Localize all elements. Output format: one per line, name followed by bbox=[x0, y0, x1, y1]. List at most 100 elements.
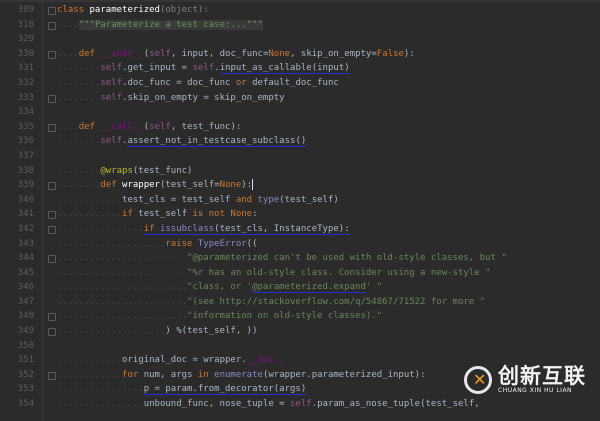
code-text: ............if test_self is not None: bbox=[57, 207, 258, 222]
fold-marker-icon[interactable] bbox=[48, 255, 56, 264]
code-text: ........self.doc_func = doc_func or defa… bbox=[57, 76, 339, 91]
code-editor[interactable]: 309 class parameterized(object): 310 ....""… bbox=[0, 3, 600, 412]
code-token: (wrapper.parameterized_input): bbox=[262, 369, 426, 380]
fold-marker-icon[interactable] bbox=[48, 328, 56, 337]
code-line[interactable]: 336 ........self.assert_not_in_testcase_s… bbox=[0, 134, 600, 149]
line-number: 333 bbox=[17, 92, 34, 103]
logo-icon bbox=[464, 365, 492, 394]
code-line[interactable]: 310 ...."""Parameterize a test case:...""… bbox=[0, 18, 600, 33]
code-token: @wraps bbox=[100, 165, 133, 176]
code-token: is not None bbox=[192, 209, 253, 220]
underlined-code-token: p = param.from_decorator(args) bbox=[143, 384, 307, 396]
whitespace-indent: ........ bbox=[57, 136, 101, 147]
line-number: 347 bbox=[17, 296, 34, 307]
code-token: for bbox=[122, 369, 144, 380]
code-line[interactable]: 354 ................unbound_func, nose_tu… bbox=[0, 397, 600, 412]
code-line[interactable]: 335 ....def __call__(self, test_func): bbox=[0, 120, 600, 135]
whitespace-indent: ................ bbox=[57, 223, 144, 234]
code-token: self bbox=[149, 121, 171, 132]
code-line[interactable]: 347 ........................"(see http://… bbox=[0, 295, 600, 310]
code-line[interactable]: 331 ........self.get_input = self.input_a… bbox=[0, 61, 600, 76]
code-token: and bbox=[235, 194, 258, 205]
code-line[interactable]: 348 ........................"information … bbox=[0, 309, 600, 324]
line-number: 337 bbox=[17, 150, 34, 161]
whitespace-indent: ........................ bbox=[57, 282, 188, 293]
code-token: self bbox=[290, 399, 312, 410]
line-number: 346 bbox=[17, 282, 34, 293]
whitespace-indent: .... bbox=[57, 48, 79, 59]
code-line[interactable]: 337 bbox=[0, 149, 600, 164]
code-token: None bbox=[268, 48, 291, 59]
fold-marker-icon[interactable] bbox=[48, 182, 56, 191]
code-token: . bbox=[214, 63, 220, 74]
code-line[interactable]: 346 ........................"class, or '@… bbox=[0, 280, 600, 295]
line-number: 310 bbox=[17, 19, 34, 30]
code-line[interactable]: 309 class parameterized(object): bbox=[0, 3, 600, 18]
whitespace-indent: .... bbox=[57, 19, 79, 30]
code-text: ...."""Parameterize a test case:...""" bbox=[57, 18, 263, 33]
line-number: 331 bbox=[17, 63, 34, 74]
whitespace-indent: .................... bbox=[57, 238, 166, 249]
line-number: 352 bbox=[17, 369, 34, 380]
code-text: ............test_cls = test_self and typ… bbox=[57, 193, 339, 208]
code-token: TypeError bbox=[197, 238, 247, 249]
code-token: ): bbox=[403, 48, 415, 59]
code-line[interactable]: 342 ................if issubclass(test_cl… bbox=[0, 222, 600, 237]
whitespace-indent: ........................ bbox=[57, 311, 188, 322]
code-line[interactable]: 349....................) %(test_self, )) bbox=[0, 324, 600, 339]
line-number: 351 bbox=[17, 355, 34, 366]
whitespace-indent: ........ bbox=[57, 92, 101, 103]
fold-marker-icon[interactable] bbox=[48, 21, 56, 30]
code-token: : bbox=[252, 209, 258, 220]
code-line[interactable]: 330 ....def __init__(self, input, doc_fun… bbox=[0, 47, 600, 62]
line-number: 332 bbox=[17, 77, 34, 88]
code-line[interactable]: 332 ........self.doc_func = doc_func or d… bbox=[0, 76, 600, 91]
fold-marker-icon[interactable] bbox=[48, 50, 56, 59]
code-token: wrapper bbox=[122, 180, 160, 191]
fold-marker-icon[interactable] bbox=[48, 123, 56, 132]
code-token: (test_self= bbox=[159, 180, 220, 191]
code-line[interactable]: 338 ........@wraps(test_func) bbox=[0, 164, 600, 179]
code-token: (test_func) bbox=[132, 165, 193, 176]
code-line[interactable]: 344 ........................"@parameteriz… bbox=[0, 251, 600, 266]
line-number: 344 bbox=[17, 253, 34, 264]
code-line[interactable]: 333 ........self.skip_on_empty = skip_on_… bbox=[0, 91, 600, 106]
code-token: self bbox=[192, 63, 215, 74]
code-token: .param_as_nose_tuple(test_self, bbox=[311, 399, 480, 410]
line-number: 336 bbox=[17, 136, 34, 147]
code-token: __doc__ bbox=[246, 355, 285, 366]
fold-marker-icon[interactable] bbox=[48, 371, 56, 380]
code-line[interactable]: 350 bbox=[0, 339, 600, 354]
logo-text-cn: 创新互联 bbox=[498, 364, 586, 388]
fold-marker-icon[interactable] bbox=[48, 7, 56, 15]
code-line[interactable]: 329 bbox=[0, 32, 600, 47]
code-token: self bbox=[100, 77, 123, 88]
code-token: or bbox=[235, 77, 247, 88]
code-token: default_doc_func bbox=[246, 77, 339, 88]
code-token: .get_input = bbox=[122, 63, 193, 74]
code-token: unbound_func, nose_tuple = bbox=[143, 399, 291, 410]
code-text: ........................"class, or '@par… bbox=[57, 280, 382, 295]
fold-marker-icon[interactable] bbox=[48, 225, 56, 234]
fold-marker-icon[interactable] bbox=[48, 313, 56, 322]
code-line[interactable]: 339 ........def wrapper(test_self=None): bbox=[0, 178, 600, 193]
code-text: ................if issubclass(test_cls, … bbox=[57, 222, 350, 237]
line-number: 348 bbox=[17, 311, 34, 322]
code-line[interactable]: 340 ............test_cls = test_self and … bbox=[0, 193, 600, 208]
whitespace-indent: .... bbox=[57, 121, 79, 132]
fold-marker-icon[interactable] bbox=[48, 211, 56, 220]
whitespace-indent: ............ bbox=[57, 194, 123, 205]
fold-marker-icon[interactable] bbox=[48, 94, 56, 103]
whitespace-indent: ........ bbox=[57, 180, 101, 191]
code-line[interactable]: 334 bbox=[0, 105, 600, 120]
underlined-code-token: issubclass bbox=[159, 223, 215, 235]
code-line[interactable]: 343 ....................raise TypeError(( bbox=[0, 237, 600, 252]
line-number: 354 bbox=[17, 399, 34, 410]
line-number: 335 bbox=[17, 121, 34, 132]
code-line[interactable]: 341 ............if test_self is not None: bbox=[0, 207, 600, 222]
code-token: .skip_on_empty = skip_on_empty bbox=[122, 92, 285, 103]
code-text: ........@wraps(test_func) bbox=[57, 164, 192, 179]
code-token: , input, doc_func= bbox=[170, 48, 269, 59]
code-token: __call__ bbox=[100, 121, 144, 132]
code-line[interactable]: 345 ........................"%r has an ol… bbox=[0, 266, 600, 281]
